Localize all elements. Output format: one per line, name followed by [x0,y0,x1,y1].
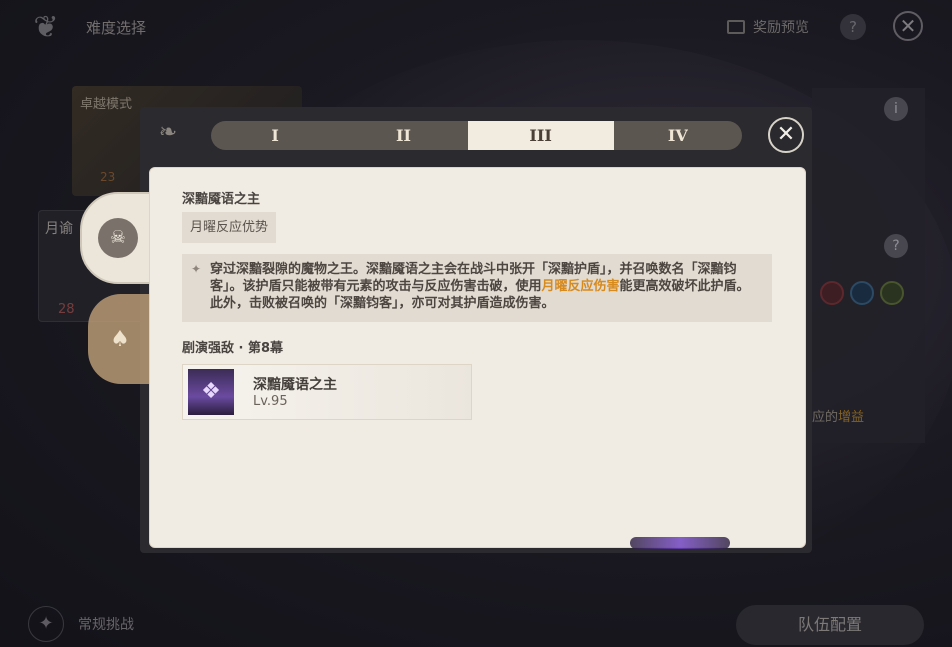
boss-description: 穿过深黯裂隙的魔物之王。深黯魇语之主会在战斗中张开「深黯护盾」，并召唤数名「深黯… [182,254,772,322]
tab-4[interactable]: IV [614,121,742,150]
enemy-level: Lv.95 [253,394,288,409]
boss-description-text: 穿过深黯裂隙的魔物之王。深黯魇语之主会在战斗中张开「深黯护盾」，并召唤数名「深黯… [210,261,762,312]
purple-decoration [630,537,730,549]
enemy-name: 深黯魇语之主 [253,377,337,393]
boss-title: 深黯魇语之主 [182,192,261,207]
enemy-portrait-icon: ❖ [188,369,234,415]
section-title: 剧演强敌 · 第8幕 [182,341,284,356]
tab-1[interactable]: I [211,121,339,150]
butterfly-emblem-icon: ❧ [158,120,178,145]
theater-masks-icon: ♠ [110,327,130,352]
diamond-bullet-icon: ✦ [191,262,202,276]
close-icon[interactable]: ✕ [768,117,804,153]
tab-3[interactable]: III [467,121,614,150]
advantage-tag: 月曜反应优势 [182,212,277,243]
difficulty-tabs: I II III IV [211,121,742,150]
description-highlight: 月曜反应伤害 [541,279,620,294]
demon-mask-icon: ☠ [98,218,138,258]
tab-2[interactable]: II [339,121,467,150]
